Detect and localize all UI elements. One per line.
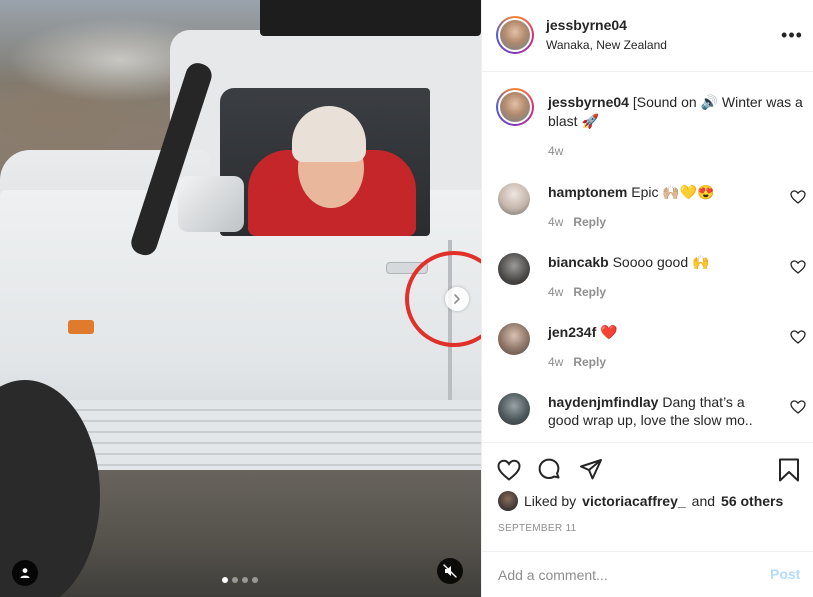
comment-body: Soooo good 🙌	[612, 254, 710, 270]
author-avatar[interactable]	[496, 16, 534, 54]
comment-time[interactable]: 4w	[548, 355, 563, 369]
liker-avatar[interactable]	[498, 491, 518, 511]
reply-button[interactable]: Reply	[573, 215, 606, 229]
post-actions: Liked by victoriacaffrey_ and 56 others …	[482, 442, 813, 597]
comment-body: ❤️	[600, 324, 618, 340]
reply-button[interactable]: Reply	[573, 285, 606, 299]
tagged-users-button[interactable]	[12, 560, 38, 586]
likes-and: and	[691, 493, 716, 509]
comment-time[interactable]: 4w	[548, 215, 563, 229]
caption-text: jessbyrne04 [Sound on 🔊 Winter was a bla…	[548, 93, 808, 131]
reply-button[interactable]: Reply	[573, 355, 606, 369]
comment-avatar[interactable]	[498, 253, 530, 285]
like-comment-heart-icon[interactable]	[790, 399, 806, 415]
user-icon	[20, 568, 30, 578]
add-comment-bar: Post	[482, 551, 813, 597]
carousel-dot	[222, 577, 228, 583]
comment-username[interactable]: biancakb	[548, 254, 609, 270]
comment-item: hamptonem Epic 🙌🏼💛😍 4w Reply	[482, 183, 813, 253]
post-date[interactable]: SEPTEMBER 11	[498, 523, 576, 534]
comment-text: hamptonem Epic 🙌🏼💛😍	[548, 183, 778, 201]
comment-username[interactable]: hamptonem	[548, 184, 627, 200]
comment-body: Epic 🙌🏼💛😍	[631, 184, 715, 200]
bookmark-icon[interactable]	[776, 457, 802, 483]
comment-avatar[interactable]	[498, 323, 530, 355]
post-location[interactable]: Wanaka, New Zealand	[546, 38, 667, 52]
post-comment-button[interactable]: Post	[770, 566, 800, 582]
comment-avatar[interactable]	[498, 183, 530, 215]
caption-avatar[interactable]	[496, 88, 534, 126]
comment-avatar[interactable]	[498, 393, 530, 425]
comment-icon[interactable]	[536, 457, 562, 483]
liker-username[interactable]: victoriacaffrey_	[582, 493, 686, 509]
post-media[interactable]	[0, 0, 481, 597]
likes-others-link[interactable]: 56 others	[721, 493, 783, 509]
like-comment-heart-icon[interactable]	[790, 189, 806, 205]
post-header: jessbyrne04 Wanaka, New Zealand •••	[482, 0, 813, 72]
more-options-button[interactable]: •••	[780, 25, 804, 45]
carousel-dot	[252, 577, 258, 583]
caption-username[interactable]: jessbyrne04	[548, 94, 629, 110]
share-icon[interactable]	[578, 457, 604, 483]
author-username[interactable]: jessbyrne04	[546, 17, 627, 33]
comment-time[interactable]: 4w	[548, 285, 563, 299]
speaker-muted-icon	[443, 564, 457, 578]
mute-button[interactable]	[437, 558, 463, 584]
chevron-right-icon	[454, 294, 460, 304]
truck-roof-rack	[260, 0, 481, 36]
truck-indicator	[68, 320, 94, 334]
carousel-dot	[232, 577, 238, 583]
carousel-dot	[242, 577, 248, 583]
like-comment-heart-icon[interactable]	[790, 259, 806, 275]
caption-timestamp[interactable]: 4w	[548, 144, 563, 158]
truck-mirror	[178, 176, 244, 232]
comment-text: jen234f ❤️	[548, 323, 778, 341]
like-comment-heart-icon[interactable]	[790, 329, 806, 345]
comment-input[interactable]	[498, 565, 748, 585]
comment-meta: 4w Reply	[548, 285, 606, 299]
comment-item: biancakb Soooo good 🙌 4w Reply	[482, 253, 813, 323]
post-side-panel: jessbyrne04 Wanaka, New Zealand ••• jess…	[481, 0, 813, 597]
comment-text: biancakb Soooo good 🙌	[548, 253, 778, 271]
carousel-next-button[interactable]	[445, 287, 469, 311]
comment-item: jen234f ❤️ 4w Reply	[482, 323, 813, 393]
likes-prefix: Liked by	[524, 493, 577, 509]
comment-username[interactable]: jen234f	[548, 324, 596, 340]
carousel-indicator	[222, 577, 258, 583]
likes-summary: Liked by victoriacaffrey_ and 56 others	[498, 491, 783, 511]
comment-meta: 4w Reply	[548, 355, 606, 369]
comment-username[interactable]: haydenjmfindlay	[548, 394, 658, 410]
comment-text: haydenjmfindlay Dang that’s a good wrap …	[548, 393, 778, 429]
heart-icon[interactable]	[496, 457, 522, 483]
comment-meta: 4w Reply	[548, 215, 606, 229]
